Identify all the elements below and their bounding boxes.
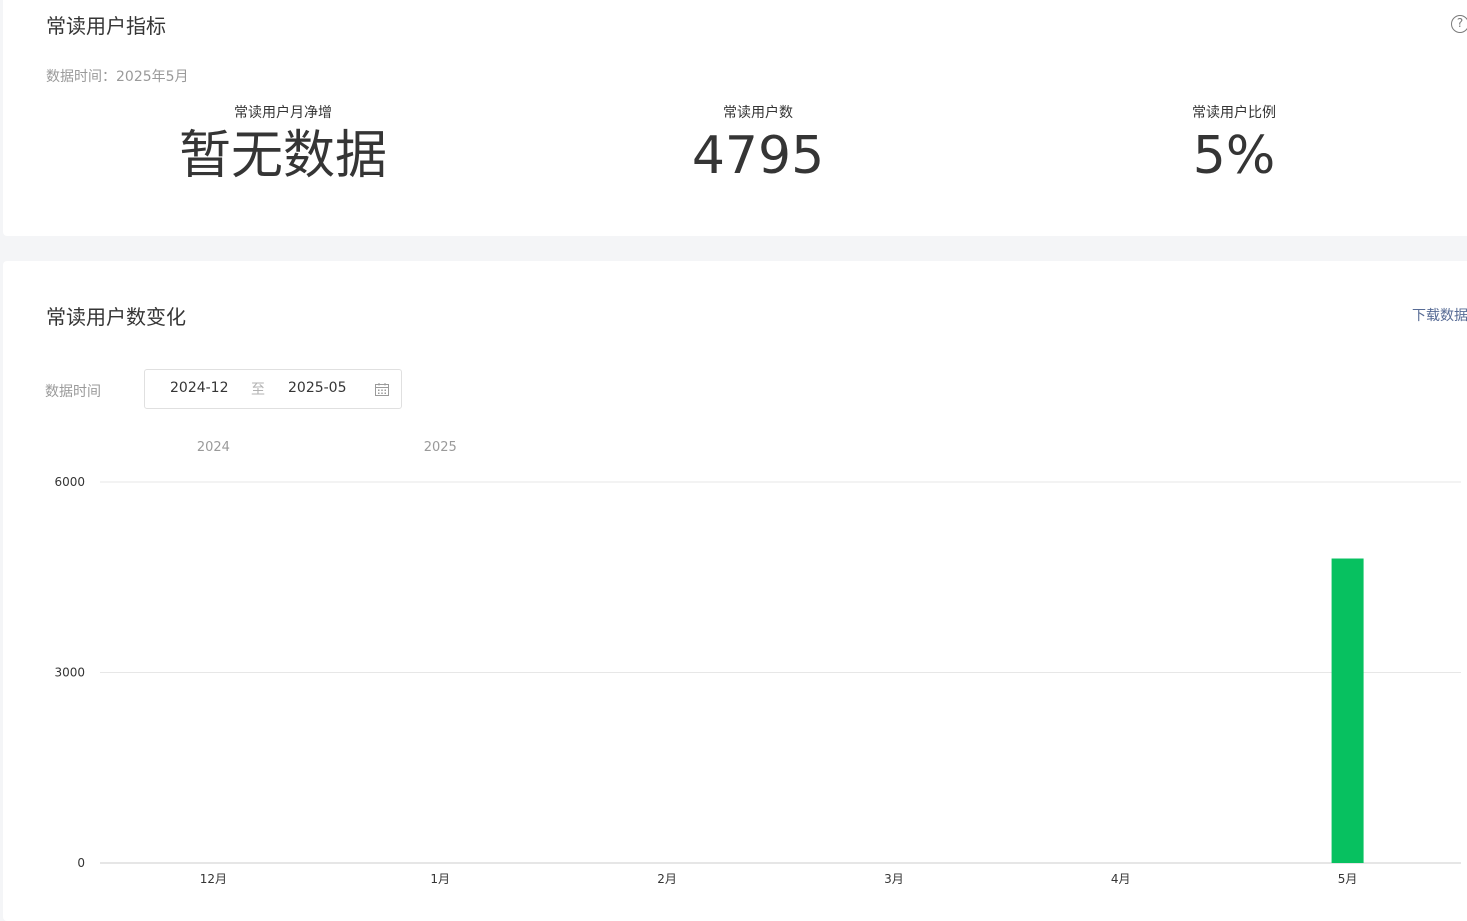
metrics-card-title: 常读用户指标 xyxy=(46,14,166,38)
metric-value: 4795 xyxy=(691,126,825,186)
x-tick-label: 3月 xyxy=(884,872,904,886)
year-label: 2024 xyxy=(197,440,230,455)
y-tick-label: 3000 xyxy=(54,666,85,680)
y-tick-label: 6000 xyxy=(54,475,85,489)
x-tick-label: 4月 xyxy=(1111,872,1131,886)
y-tick-label: 0 xyxy=(77,856,85,870)
metric-label: 常读用户比例 xyxy=(1192,105,1276,121)
metric-value: 暂无数据 xyxy=(178,126,387,186)
metric-regular-reader-count: 常读用户数 4795 xyxy=(598,104,918,186)
help-icon[interactable]: ? xyxy=(1451,15,1467,33)
metric-value: 5% xyxy=(1192,126,1276,186)
bar-chart: 0 3000 6000 12月 1月 2月 3月 4月 5月 2024 2025 xyxy=(54,440,1461,886)
x-tick-label: 12月 xyxy=(200,872,227,886)
metric-label: 常读用户月净增 xyxy=(234,105,332,121)
metric-monthly-net-growth: 常读用户月净增 暂无数据 xyxy=(123,104,443,186)
metric-regular-reader-ratio: 常读用户比例 5% xyxy=(1074,104,1394,186)
metrics-data-time: 数据时间：2025年5月 xyxy=(46,69,189,85)
x-tick-label: 2月 xyxy=(657,872,677,886)
x-tick-label: 1月 xyxy=(430,872,450,886)
metric-label: 常读用户数 xyxy=(723,105,793,121)
chart-card: 常读用户数变化 下载数据 数据时间 2024-12 至 2025-05 0 300… xyxy=(3,261,1467,921)
bar xyxy=(1331,558,1364,863)
x-tick-label: 5月 xyxy=(1338,872,1358,886)
year-label: 2025 xyxy=(424,440,457,455)
metrics-card: 常读用户指标 ? 数据时间：2025年5月 常读用户月净增 暂无数据 常读用户数… xyxy=(3,0,1467,236)
